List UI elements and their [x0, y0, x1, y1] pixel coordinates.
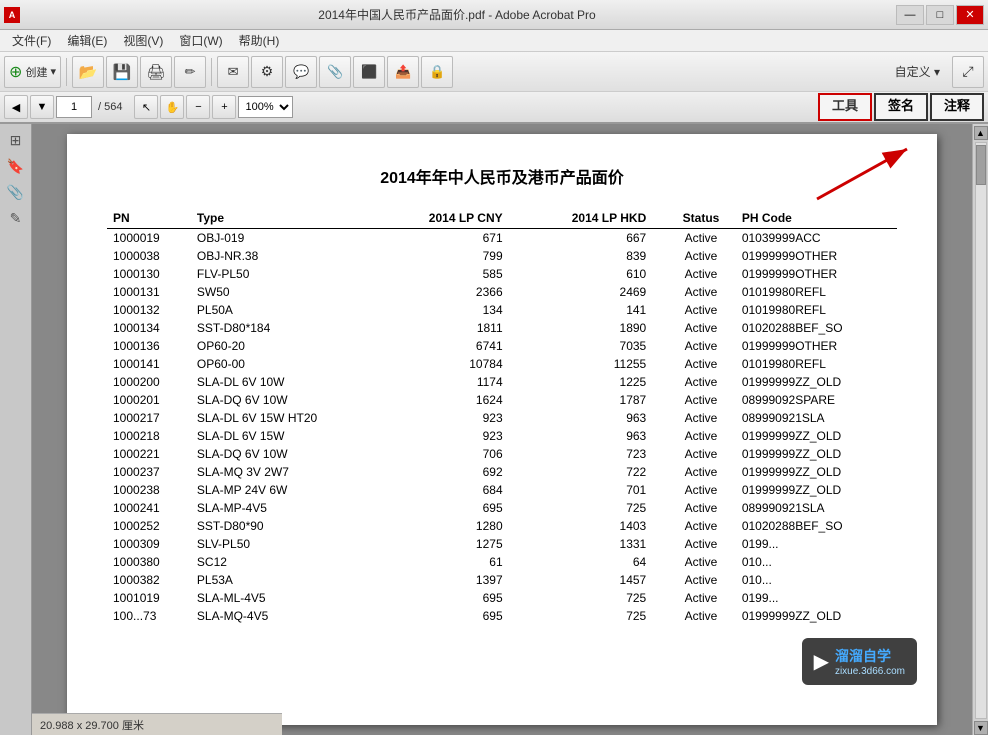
table-row: 1000019 OBJ-019 671 667 Active 01039999A…: [107, 229, 897, 248]
table-row: 1000200 SLA-DL 6V 10W 1174 1225 Active 0…: [107, 373, 897, 391]
panel-icon-pages[interactable]: ⊞: [4, 128, 28, 152]
toolbar-separator-1: [66, 58, 67, 86]
panel-icon-signature[interactable]: ✎: [4, 206, 28, 230]
col-ph: PH Code: [736, 208, 897, 229]
customize-button[interactable]: 自定义 ▾: [887, 59, 948, 84]
status-text: 20.988 x 29.700 厘米: [40, 717, 144, 733]
tools-button[interactable]: 工具: [818, 93, 872, 121]
scroll-track: [975, 142, 987, 719]
table-row: 1000141 OP60-00 10784 11255 Active 01019…: [107, 355, 897, 373]
table-row: 1001019 SLA-ML-4V5 695 725 Active 0199..…: [107, 589, 897, 607]
zoom-select[interactable]: 100% 75% 125% 150% 200%: [238, 96, 293, 118]
table-row: 1000131 SW50 2366 2469 Active 01019980RE…: [107, 283, 897, 301]
window-title: 2014年中国人民币产品面价.pdf - Adobe Acrobat Pro: [20, 6, 894, 23]
col-hkd: 2014 LP HKD: [523, 208, 667, 229]
menu-edit[interactable]: 编辑(E): [59, 30, 115, 51]
main-toolbar: ⊕ 创建 ▾ 📂 💾 🖨 ✏ ✉ ⚙ 💬 📎 ⬛ 📤 🔒 自定义 ▾ ⤢: [0, 52, 988, 92]
email-button[interactable]: ✉: [217, 56, 249, 88]
page-total: / 564: [94, 101, 126, 113]
window-controls: — □ ✕: [894, 5, 984, 25]
save-button[interactable]: 💾: [106, 56, 138, 88]
title-bar: A 2014年中国人民币产品面价.pdf - Adobe Acrobat Pro…: [0, 0, 988, 30]
sign-button[interactable]: 签名: [874, 93, 928, 121]
close-button[interactable]: ✕: [956, 5, 984, 25]
expand-button[interactable]: ⤢: [952, 56, 984, 88]
pdf-table: PN Type 2014 LP CNY 2014 LP HKD Status P…: [107, 208, 897, 625]
menu-bar: 文件(F) 编辑(E) 视图(V) 窗口(W) 帮助(H): [0, 30, 988, 52]
pdf-area[interactable]: 2014年年中人民币及港币产品面价 PN Type 2014 LP CNY 20…: [32, 124, 972, 735]
annotate-button[interactable]: 注释: [930, 93, 984, 121]
main-area: ⊞ 🔖 📎 ✎ 2014年年中人民币及港币产品面价: [0, 124, 988, 735]
back-button[interactable]: ◀: [4, 95, 28, 119]
table-row: 1000380 SC12 61 64 Active 010...: [107, 553, 897, 571]
watermark-icon: ▶: [814, 649, 829, 674]
pdf-title: 2014年年中人民币及港币产品面价: [107, 164, 897, 188]
select-tool-button[interactable]: ↖: [134, 95, 158, 119]
left-panel: ⊞ 🔖 📎 ✎: [0, 124, 32, 735]
watermark-url: zixue.3d66.com: [835, 666, 905, 677]
table-row: 1000237 SLA-MQ 3V 2W7 692 722 Active 019…: [107, 463, 897, 481]
export-button[interactable]: 📤: [387, 56, 419, 88]
minimize-button[interactable]: —: [896, 5, 924, 25]
table-row: 1000217 SLA-DL 6V 15W HT20 923 963 Activ…: [107, 409, 897, 427]
table-row: 1000136 OP60-20 6741 7035 Active 0199999…: [107, 337, 897, 355]
zoom-in-button[interactable]: +: [212, 95, 236, 119]
table-row: 1000038 OBJ-NR.38 799 839 Active 0199999…: [107, 247, 897, 265]
print-button[interactable]: 🖨: [140, 56, 172, 88]
menu-help[interactable]: 帮助(H): [231, 30, 288, 51]
col-pn: PN: [107, 208, 191, 229]
col-cny: 2014 LP CNY: [380, 208, 523, 229]
table-row: 1000132 PL50A 134 141 Active 01019980REF…: [107, 301, 897, 319]
table-row: 1000382 PL53A 1397 1457 Active 010...: [107, 571, 897, 589]
protect-button[interactable]: 🔒: [421, 56, 453, 88]
create-button[interactable]: ⊕ 创建 ▾: [4, 56, 61, 88]
menu-file[interactable]: 文件(F): [4, 30, 59, 51]
scroll-thumb[interactable]: [976, 145, 986, 185]
hand-tool-button[interactable]: ✋: [160, 95, 184, 119]
table-row: 1000221 SLA-DQ 6V 10W 706 723 Active 019…: [107, 445, 897, 463]
toolbar-right: 自定义 ▾ ⤢: [887, 56, 984, 88]
open-button[interactable]: 📂: [72, 56, 104, 88]
col-type: Type: [191, 208, 380, 229]
table-row: 1000130 FLV-PL50 585 610 Active 01999999…: [107, 265, 897, 283]
attach-button[interactable]: 📎: [319, 56, 351, 88]
table-row: 1000238 SLA-MP 24V 6W 684 701 Active 019…: [107, 481, 897, 499]
zoom-out-button[interactable]: −: [186, 95, 210, 119]
scrollbar[interactable]: ▲ ▼: [972, 124, 988, 735]
panel-icon-attach[interactable]: 📎: [4, 180, 28, 204]
status-bar: 20.988 x 29.700 厘米: [32, 713, 282, 735]
menu-view[interactable]: 视图(V): [115, 30, 171, 51]
table-row: 1000201 SLA-DQ 6V 10W 1624 1787 Active 0…: [107, 391, 897, 409]
toolbar-separator-2: [211, 58, 212, 86]
prev-page-button[interactable]: ▼: [30, 95, 54, 119]
watermark: ▶ 溜溜自学 zixue.3d66.com: [802, 638, 917, 685]
table-row: 1000309 SLV-PL50 1275 1331 Active 0199..…: [107, 535, 897, 553]
comment-button[interactable]: 💬: [285, 56, 317, 88]
table-row: 1000252 SST-D80*90 1280 1403 Active 0102…: [107, 517, 897, 535]
nav-right-buttons: 工具 签名 注释: [818, 93, 984, 121]
col-status: Status: [666, 208, 736, 229]
pdf-page: 2014年年中人民币及港币产品面价 PN Type 2014 LP CNY 20…: [67, 134, 937, 725]
restore-button[interactable]: □: [926, 5, 954, 25]
scroll-up[interactable]: ▲: [974, 126, 988, 140]
table-row: 100...73 SLA-MQ-4V5 695 725 Active 01999…: [107, 607, 897, 625]
app-icon: A: [4, 7, 20, 23]
edit-button[interactable]: ✏: [174, 56, 206, 88]
table-row: 1000218 SLA-DL 6V 15W 923 963 Active 019…: [107, 427, 897, 445]
nav-toolbar: ◀ ▼ / 564 ↖ ✋ − + 100% 75% 125% 150% 200…: [0, 92, 988, 124]
table-row: 1000241 SLA-MP-4V5 695 725 Active 089990…: [107, 499, 897, 517]
panel-icon-bookmarks[interactable]: 🔖: [4, 154, 28, 178]
share-button[interactable]: ⬛: [353, 56, 385, 88]
menu-window[interactable]: 窗口(W): [171, 30, 230, 51]
table-row: 1000134 SST-D80*184 1811 1890 Active 010…: [107, 319, 897, 337]
scroll-down[interactable]: ▼: [974, 721, 988, 735]
settings-button[interactable]: ⚙: [251, 56, 283, 88]
page-input[interactable]: [56, 96, 92, 118]
watermark-logo: 溜溜自学: [835, 646, 905, 666]
